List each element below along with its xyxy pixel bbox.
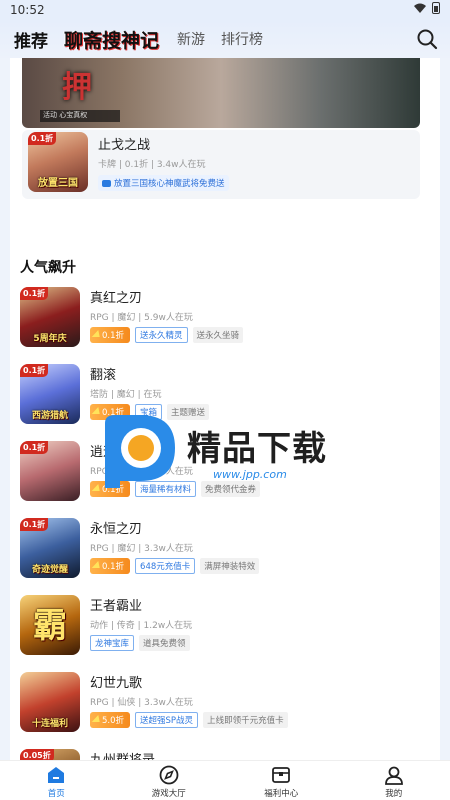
bottom-nav-label: 游戏大厅 (151, 789, 186, 799)
featured-game-name: 止戈之战 (98, 138, 151, 153)
game-list-item[interactable]: 十连福利 幻世九歌 RPG | 仙侠 | 3.3w人在玩 5.0折 送超强SP战灵 上线即… (20, 672, 430, 734)
game-icon: 0.1折 5周年庆 (20, 287, 80, 347)
icon-caption: 霸 (33, 606, 67, 646)
game-list-item[interactable]: 0.1折 奇迹觉醒 永恒之刃 RPG | 魔幻 | 3.3w人在玩 0.1折 648元充值… (20, 518, 430, 580)
game-meta: 动作 | 传奇 | 1.2w人在玩 (90, 621, 193, 631)
bottom-nav-label: 福利中心 (264, 789, 299, 799)
game-name: 幻世九歌 (90, 676, 143, 691)
game-icon: 十连福利 (20, 672, 80, 732)
discount-badge: 0.1折 (28, 132, 57, 145)
search-icon[interactable] (416, 28, 438, 50)
discount-tag: 0.1折 (90, 558, 131, 574)
popular-list-card: 人气飙升 0.1折 5周年庆 真红之刃 RPG | 魔幻 | 5.9w人在玩 0.1折送… (10, 245, 440, 760)
game-icon: 0.1折西游猎航 (20, 364, 80, 424)
chat-icon (102, 179, 111, 187)
gift-box-icon (272, 767, 291, 783)
game-name: 九州群将录 (90, 749, 155, 760)
game-name: 永恒之刃 (90, 522, 143, 537)
perk-tag: 龙神宝库 (90, 635, 135, 651)
feature-tag: 送永久坐骑 (192, 327, 244, 343)
featured-banner[interactable]: 押 活动 心宝真权 (22, 58, 420, 128)
discount-badge: 0.1折 (20, 287, 49, 300)
tab-rankings[interactable]: 排行榜 (221, 29, 263, 49)
tab-recommend[interactable]: 推荐 (14, 27, 48, 52)
battery-icon (432, 2, 440, 14)
home-icon (48, 767, 65, 783)
bottom-nav: 首页 游戏大厅 福利中心 我的 (0, 760, 450, 800)
content-scroll[interactable]: 押 活动 心宝真权 0.1折 放置三国 止戈之战 卡牌 | 0.1折 | 3.4… (0, 58, 450, 760)
game-tags: 5.0折 送超强SP战灵 上线即领千元充值卡 (90, 712, 288, 728)
watermark-url: www.jpp.com (213, 468, 287, 481)
feature-tag: 上线即领千元充值卡 (203, 712, 288, 728)
bottom-nav-label: 我的 (385, 789, 403, 799)
watermark-logo: 精品下载 www.jpp.com (95, 413, 355, 493)
game-list-item[interactable]: 霸 王者霸业动作 | 传奇 | 1.2w人在玩龙神宝库 道具免费领 (20, 595, 430, 657)
game-tags: 0.1折 送永久精灵 送永久坐骑 (90, 327, 244, 343)
promo-text: 放置三国核心神魔武将免费送 (114, 179, 225, 189)
status-bar: 10:52 (0, 0, 450, 20)
discount-tag: 5.0折 (90, 712, 131, 728)
game-name: 真红之刃 (90, 291, 143, 306)
game-name: 王者霸业 (90, 599, 143, 614)
discount-badge: 0.1折 (20, 364, 49, 377)
bottom-nav-welfare[interactable]: 福利中心 (225, 761, 338, 800)
bottom-nav-home[interactable]: 首页 (0, 761, 113, 800)
discount-badge: 0.05折 (20, 749, 54, 760)
section-title: 人气飙升 (20, 260, 76, 276)
icon-caption: 西游猎航 (31, 411, 68, 421)
game-name: 翻滚 (90, 368, 117, 383)
watermark-p-icon (105, 415, 175, 488)
discount-badge: 0.1折 (20, 518, 49, 531)
bottom-nav-mine[interactable]: 我的 (338, 761, 450, 800)
game-icon: 0.1折奇迹觉醒 (20, 518, 80, 578)
compass-icon (159, 765, 179, 785)
game-list-item[interactable]: 0.05折 九州群将录 (20, 749, 430, 760)
discount-badge: 0.1折 (20, 441, 49, 454)
banner-strip: 活动 心宝真权 (40, 110, 120, 122)
featured-promo: 放置三国核心神魔武将免费送 (98, 175, 229, 191)
feature-tag: 满屏神装特效 (200, 558, 260, 574)
perk-tag: 648元充值卡 (135, 558, 196, 574)
featured-game-icon: 0.1折 放置三国 (28, 132, 88, 192)
perk-tag: 送永久精灵 (135, 327, 188, 343)
featured-game-meta: 卡牌 | 0.1折 | 3.4w人在玩 (98, 160, 206, 170)
status-time: 10:52 (10, 3, 45, 17)
icon-caption: 放置三国 (38, 178, 78, 189)
game-tags: 0.1折 648元充值卡 满屏神装特效 (90, 558, 260, 574)
top-tab-bar: 推荐 聊斋搜神记 新游 排行榜 (0, 20, 450, 58)
game-list-item[interactable]: 0.1折 5周年庆 真红之刃 RPG | 魔幻 | 5.9w人在玩 0.1折 送永久精灵送… (20, 287, 430, 349)
user-icon (384, 766, 403, 785)
discount-tag: 0.1折 (90, 327, 131, 343)
game-icon: 霸 (20, 595, 80, 655)
feature-tag: 道具免费领 (139, 635, 190, 651)
game-meta: RPG | 仙侠 | 3.3w人在玩 (90, 698, 193, 708)
wifi-icon (414, 3, 426, 13)
game-tags: 龙神宝库 道具免费领 (90, 635, 190, 651)
icon-caption: 十连福利 (31, 719, 68, 729)
tab-liaozhai[interactable]: 聊斋搜神记 (64, 26, 159, 53)
icon-caption: 5周年庆 (33, 334, 67, 344)
game-meta: RPG | 魔幻 | 5.9w人在玩 (90, 313, 193, 323)
banner-title: 押 (62, 70, 92, 105)
watermark-text: 精品下载 (187, 429, 327, 469)
tab-new-games[interactable]: 新游 (177, 29, 205, 49)
perk-tag: 送超强SP战灵 (135, 712, 199, 728)
bottom-nav-label: 首页 (47, 789, 65, 799)
game-icon: 0.05折 (20, 749, 80, 760)
featured-game-row[interactable]: 0.1折 放置三国 止戈之战 卡牌 | 0.1折 | 3.4w人在玩 放置三国核… (22, 130, 420, 199)
bottom-nav-game-hall[interactable]: 游戏大厅 (113, 761, 226, 800)
game-meta: 塔防 | 魔幻 | 在玩 (90, 390, 162, 400)
icon-caption: 奇迹觉醒 (31, 565, 68, 575)
game-icon: 0.1折 (20, 441, 80, 501)
game-meta: RPG | 魔幻 | 3.3w人在玩 (90, 544, 193, 554)
